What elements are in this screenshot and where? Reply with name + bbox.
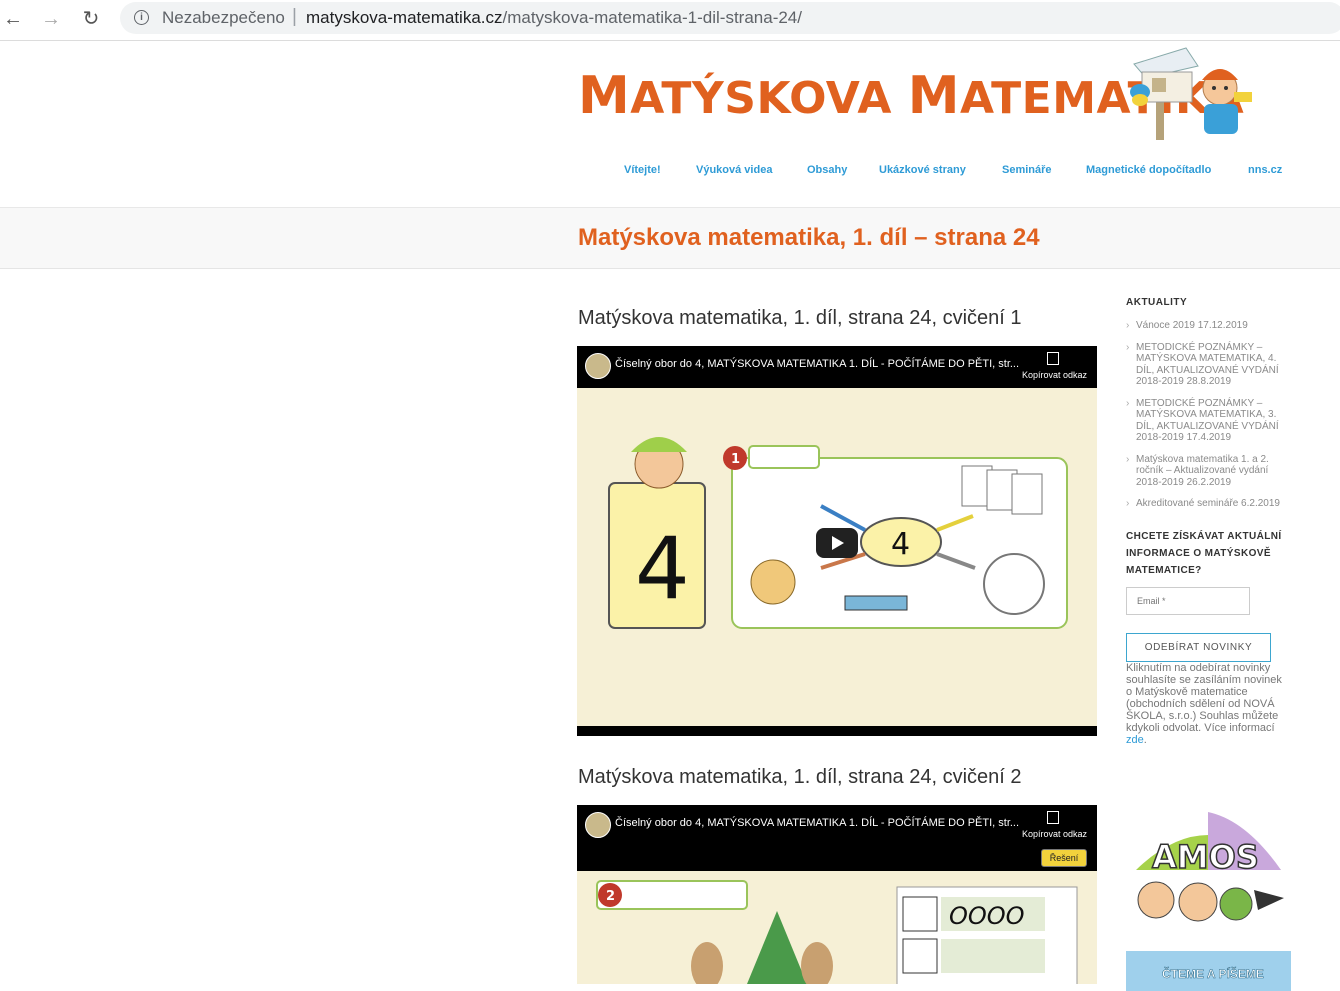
solution-button[interactable]: Řešení [1041,849,1087,867]
copy-link-icon[interactable] [1047,811,1059,824]
news-list: Vánoce 2019 17.12.2019 METODICKÉ POZNÁMK… [1126,320,1296,510]
url-path: /matyskova-matematika-1-dil-strana-24/ [502,8,802,27]
play-button-icon[interactable] [816,528,858,558]
news-item[interactable]: Akreditované semináře 6.2.2019 [1126,498,1296,510]
channel-avatar[interactable] [585,812,611,838]
consent-body: Kliknutím na odebírat novinky souhlasíte… [1126,661,1282,734]
channel-avatar[interactable] [585,353,611,379]
url-separator: | [292,6,297,27]
forward-icon[interactable]: → [38,6,64,32]
address-bar[interactable]: i Nezabezpečeno | matyskova-matematika.c… [120,2,1340,34]
exercise-2-heading: Matýskova matematika, 1. díl, strana 24,… [578,766,1022,788]
consent-end: . [1143,733,1147,746]
nav-item-vitejte[interactable]: Vítejte! [624,164,661,176]
big-number-card: 4 [635,519,690,619]
cteme-banner-text: ČTEME A PÍŠEME [1162,967,1264,982]
news-item[interactable]: METODICKÉ POZNÁMKY – MATÝSKOVA MATEMATIK… [1126,398,1296,444]
nav-item-nns[interactable]: nns.cz [1248,164,1282,176]
news-item[interactable]: Matýskova matematika 1. a 2. ročník – Ak… [1126,454,1296,489]
video-title[interactable]: Číselný obor do 4, MATÝSKOVA MATEMATIKA … [615,817,1019,829]
news-heading: AKTUALITY [1126,297,1188,308]
subscribe-heading: CHCETE ZÍSKÁVAT AKTUÁLNÍ INFORMACE O MAT… [1126,530,1282,576]
nav-item-seminare[interactable]: Semináře [1002,164,1052,176]
video-thumbnail[interactable]: 2 OOOO [577,871,1097,984]
browser-toolbar: ← → ↻ i Nezabezpečeno | matyskova-matema… [0,0,1340,41]
sidebar: AKTUALITY Vánoce 2019 17.12.2019 METODIC… [1126,297,1296,746]
logo-initial-2: M [907,66,960,126]
back-icon[interactable]: ← [0,6,26,32]
subscribe-button[interactable]: ODEBÍRAT NOVINKY [1126,632,1271,662]
amos-banner-image[interactable]: AMOS [1126,810,1291,932]
page-title: Matýskova matematika, 1. díl – strana 24 [578,224,1040,251]
logo-word-1: ATÝSKOVA [630,73,892,124]
copy-link-icon[interactable] [1047,352,1059,365]
logo-initial-1: M [578,66,631,126]
page-title-bar: Matýskova matematika, 1. díl – strana 24 [0,207,1340,269]
video-player-exercise-2[interactable]: Číselný obor do 4, MATÝSKOVA MATEMATIKA … [577,805,1097,984]
nav-item-obsahy[interactable]: Obsahy [807,164,847,176]
info-icon[interactable]: i [134,10,149,25]
center-number: 4 [891,527,910,562]
exercise-badge: 1 [731,452,740,467]
copy-link-label[interactable]: Kopírovat odkaz [1022,829,1087,839]
mascot-birdhouse-illustration [1130,47,1252,140]
amos-logo-text: AMOS [1152,838,1259,876]
cteme-a-piseme-banner-image[interactable]: ČTEME A PÍŠEME [1126,951,1291,991]
exercise-badge: 2 [606,889,615,904]
exercise-1-heading: Matýskova matematika, 1. díl, strana 24,… [578,307,1022,329]
thumbnail-illustration: 2 OOOO [596,880,1078,984]
nav-item-vyukova-videa[interactable]: Výuková videa [696,164,772,176]
copy-link-label[interactable]: Kopírovat odkaz [1022,370,1087,380]
writing-sample: OOOO [949,902,1025,930]
news-item[interactable]: METODICKÉ POZNÁMKY – MATÝSKOVA MATEMATIK… [1126,342,1296,388]
video-title[interactable]: Číselný obor do 4, MATÝSKOVA MATEMATIKA … [615,358,1019,370]
reload-icon[interactable]: ↻ [78,6,104,32]
email-field[interactable] [1126,586,1250,615]
insecure-label: Nezabezpečeno [162,8,285,27]
nav-item-ukazkove-strany[interactable]: Ukázkové strany [879,164,966,176]
nav-item-magneticke-dopocitadlo[interactable]: Magnetické dopočítadlo [1086,164,1211,176]
video-player-exercise-1[interactable]: Číselný obor do 4, MATÝSKOVA MATEMATIKA … [577,346,1097,736]
url-host: matyskova-matematika.cz [306,8,503,27]
url-text[interactable]: matyskova-matematika.cz/matyskova-matema… [306,8,802,28]
news-item[interactable]: Vánoce 2019 17.12.2019 [1126,320,1296,332]
consent-more-link[interactable]: zde [1126,734,1144,746]
video-thumbnail[interactable]: 4 1 4 [577,388,1097,726]
consent-text: Kliknutím na odebírat novinky souhlasíte… [1126,662,1286,746]
